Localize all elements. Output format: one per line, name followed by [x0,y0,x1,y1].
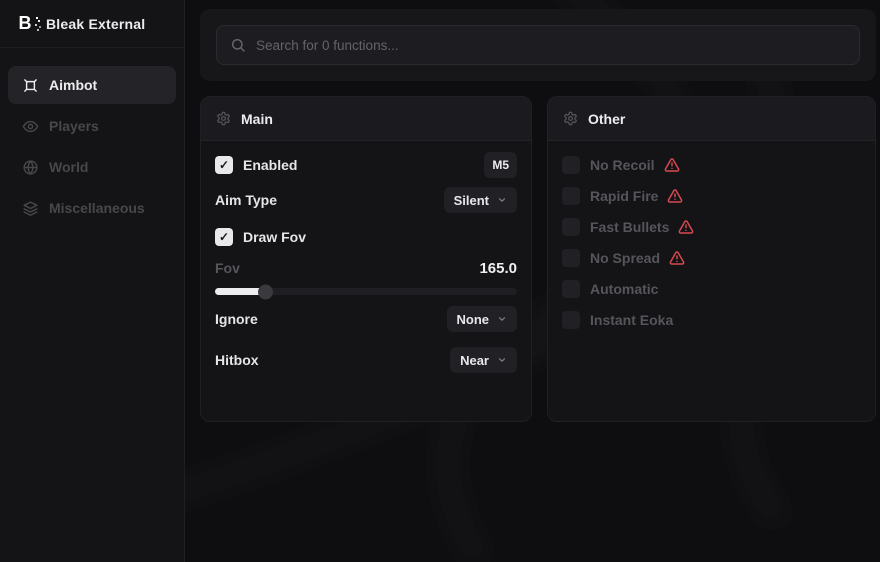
main-panel-header: Main [201,97,531,141]
chevron-down-icon [497,314,507,324]
sidebar-item-aimbot[interactable]: Aimbot [8,66,176,104]
no-recoil-row: No Recoil [562,156,861,174]
enabled-checkbox[interactable] [215,156,233,174]
search-icon [230,37,246,53]
sidebar-item-miscellaneous[interactable]: Miscellaneous [8,189,176,227]
warning-triangle-icon [664,157,680,173]
hitbox-value: Near [460,353,489,368]
no-recoil-checkbox[interactable] [562,156,580,174]
hitbox-label: Hitbox [215,352,259,368]
draw-fov-row: Draw Fov [215,224,517,250]
enabled-row: Enabled M5 [215,152,517,178]
sidebar-nav: Aimbot Players World Miscellaneous [0,48,184,227]
logo-letter: B [19,13,32,34]
sidebar-item-label: Aimbot [49,77,97,93]
fov-label: Fov [215,260,240,276]
rapid-fire-label: Rapid Fire [590,188,658,204]
warning-triangle-icon [678,219,694,235]
ignore-row: Ignore None [215,306,517,332]
ignore-value: None [457,312,490,327]
aim-type-dropdown[interactable]: Silent [444,187,517,213]
sidebar-item-label: World [49,159,88,175]
fov-slider[interactable] [215,284,517,299]
automatic-checkbox[interactable] [562,280,580,298]
other-panel: Other No Recoil Rapid Fire Fast Bullets [547,96,876,422]
aim-type-row: Aim Type Silent [215,187,517,213]
ignore-dropdown[interactable]: None [447,306,518,332]
automatic-label: Automatic [590,281,658,297]
gear-icon [216,111,231,126]
main-panel: Main Enabled M5 Aim Type Silent Draw Fov… [200,96,532,422]
fast-bullets-label: Fast Bullets [590,219,669,235]
chevron-down-icon [497,355,507,365]
layers-icon [22,200,39,217]
aim-type-label: Aim Type [215,192,277,208]
main-panel-title: Main [241,111,273,127]
main-panel-body: Enabled M5 Aim Type Silent Draw Fov Fov … [201,141,531,373]
fast-bullets-checkbox[interactable] [562,218,580,236]
enabled-label: Enabled [243,157,297,173]
hitbox-dropdown[interactable]: Near [450,347,517,373]
automatic-row: Automatic [562,280,861,298]
no-recoil-label: No Recoil [590,157,655,173]
instant-eoka-checkbox[interactable] [562,311,580,329]
sidebar-item-label: Miscellaneous [49,200,145,216]
app-logo-icon: B [15,13,35,35]
ignore-label: Ignore [215,311,258,327]
instant-eoka-label: Instant Eoka [590,312,673,328]
warning-triangle-icon [669,250,685,266]
sidebar-item-world[interactable]: World [8,148,176,186]
fov-slider-knob[interactable] [258,284,273,299]
warning-triangle-icon [667,188,683,204]
sidebar: B Bleak External Aimbot Players World [0,0,185,562]
gear-icon [563,111,578,126]
fast-bullets-row: Fast Bullets [562,218,861,236]
chevron-down-icon [497,195,507,205]
eye-icon [22,118,39,135]
no-spread-checkbox[interactable] [562,249,580,267]
rapid-fire-checkbox[interactable] [562,187,580,205]
search-input[interactable] [256,38,846,53]
other-panel-header: Other [548,97,875,141]
aimbot-crosshair-icon [22,77,39,94]
sidebar-item-label: Players [49,118,99,134]
fov-row: Fov 165.0 [215,259,517,277]
globe-icon [22,159,39,176]
fov-slider-fill [215,288,266,295]
aim-type-value: Silent [454,193,489,208]
draw-fov-checkbox[interactable] [215,228,233,246]
search-card [200,9,876,81]
hitbox-row: Hitbox Near [215,347,517,373]
instant-eoka-row: Instant Eoka [562,311,861,329]
enabled-keybind-button[interactable]: M5 [484,152,517,178]
no-spread-label: No Spread [590,250,660,266]
other-panel-title: Other [588,111,625,127]
rapid-fire-row: Rapid Fire [562,187,861,205]
app-logo-row: B Bleak External [0,0,184,48]
draw-fov-label: Draw Fov [243,229,306,245]
app-title: Bleak External [46,16,145,32]
search-input-wrapper[interactable] [216,25,860,65]
other-panel-body: No Recoil Rapid Fire Fast Bullets No Spr… [548,141,875,329]
sidebar-item-players[interactable]: Players [8,107,176,145]
no-spread-row: No Spread [562,249,861,267]
fov-value: 165.0 [479,260,517,277]
